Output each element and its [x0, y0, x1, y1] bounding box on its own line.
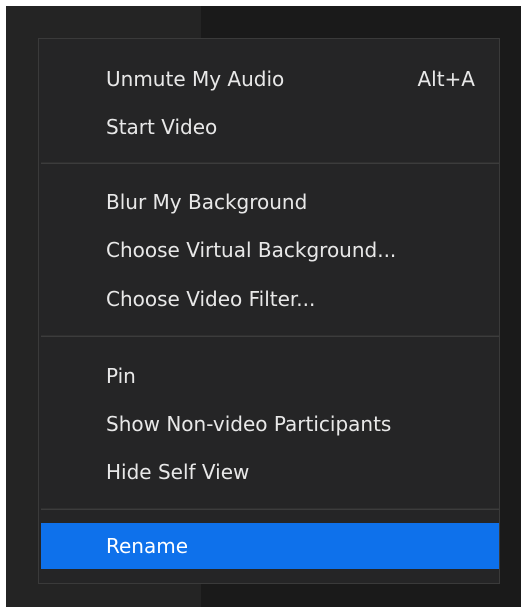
menu-item-show-non-video-participants[interactable]: Show Non-video Participants: [39, 404, 499, 444]
menu-item-shortcut: Alt+A: [417, 67, 475, 91]
menu-item-label: Choose Video Filter...: [106, 287, 316, 311]
menu-item-label: Choose Virtual Background...: [106, 238, 397, 262]
menu-separator: [41, 508, 499, 510]
menu-item-label: Blur My Background: [106, 190, 308, 214]
menu-item-unmute-audio[interactable]: Unmute My Audio Alt+A: [39, 59, 499, 99]
menu-item-rename[interactable]: Rename: [41, 523, 499, 569]
menu-item-label: Start Video: [106, 115, 218, 139]
menu-separator: [41, 335, 499, 337]
menu-item-label: Unmute My Audio: [106, 67, 285, 91]
menu-item-blur-background[interactable]: Blur My Background: [39, 182, 499, 222]
menu-item-choose-virtual-background[interactable]: Choose Virtual Background...: [39, 230, 499, 270]
menu-item-start-video[interactable]: Start Video: [39, 107, 499, 147]
menu-separator: [41, 162, 499, 164]
menu-item-label: Rename: [106, 534, 189, 558]
menu-item-label: Hide Self View: [106, 460, 250, 484]
menu-item-label: Pin: [106, 364, 136, 388]
context-menu: Unmute My Audio Alt+A Start Video Blur M…: [38, 38, 500, 584]
menu-item-hide-self-view[interactable]: Hide Self View: [39, 452, 499, 492]
menu-item-choose-video-filter[interactable]: Choose Video Filter...: [39, 279, 499, 319]
menu-item-label: Show Non-video Participants: [106, 412, 392, 436]
menu-item-pin[interactable]: Pin: [39, 356, 499, 396]
